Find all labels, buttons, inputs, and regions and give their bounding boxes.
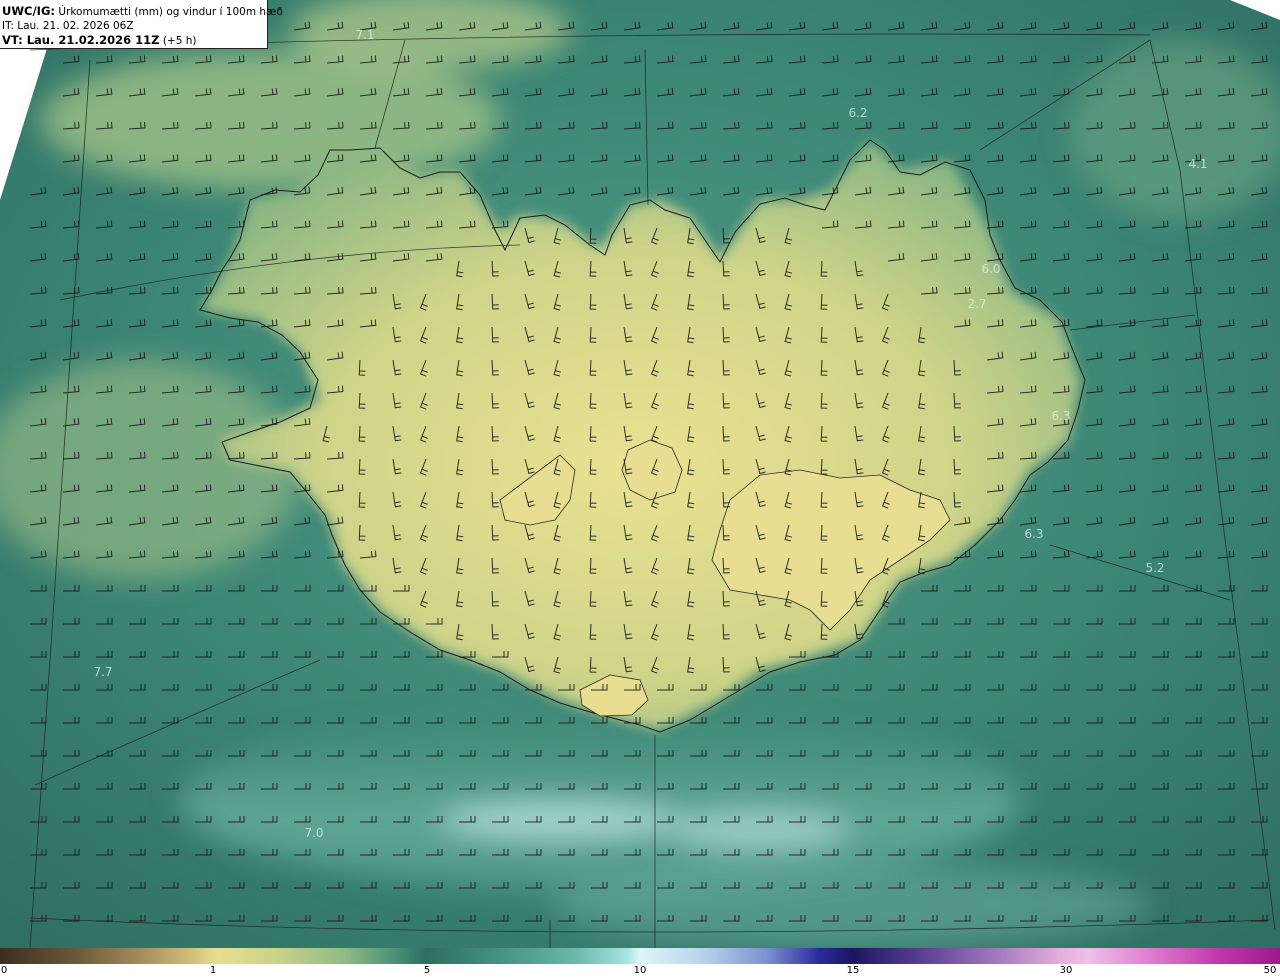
contour-label: 7.0 <box>304 826 324 840</box>
map-canvas <box>0 0 1280 948</box>
valid-time: VT: Lau. 21.02.2026 11Z <box>2 33 160 47</box>
colorbar-tick: 15 <box>846 965 860 976</box>
product-title: Úrkomumætti (mm) og vindur í 100m hæð <box>58 6 283 18</box>
colorbar-tick: 50 <box>1263 965 1277 976</box>
product-title-line: UWC/IG: Úrkomumætti (mm) og vindur í 100… <box>2 4 283 19</box>
lead-time: (+5 h) <box>162 35 197 47</box>
product-code: UWC/IG: <box>2 4 55 18</box>
colorbar-labels: 0 1 5 10 15 30 50 <box>0 964 1280 978</box>
colorbar-tick: 10 <box>633 965 647 976</box>
valid-time-line: VT: Lau. 21.02.2026 11Z (+5 h) <box>2 33 267 48</box>
map-area[interactable]: 7.1 6.2 4.1 6.0 2.7 6.3 6.3 5.2 7.7 7.0 <box>0 0 1280 948</box>
contour-label: 4.1 <box>1188 157 1208 171</box>
colorbar-tick: 1 <box>209 965 217 976</box>
colorbar-tick: 5 <box>423 965 431 976</box>
contour-label: 6.3 <box>1051 409 1071 423</box>
map-info-box: UWC/IG: Úrkomumætti (mm) og vindur í 100… <box>0 0 283 49</box>
contour-label: 6.3 <box>1024 527 1044 541</box>
contour-label: 2.7 <box>967 297 987 311</box>
contour-label: 6.2 <box>848 106 868 120</box>
contour-label: 7.7 <box>93 665 113 679</box>
colorbar-tick: 30 <box>1059 965 1073 976</box>
contour-label: 7.1 <box>355 28 375 42</box>
contour-label: 5.2 <box>1145 561 1165 575</box>
colorbar-tick: 0 <box>0 965 8 976</box>
colorbar <box>0 948 1280 964</box>
init-time: IT: Lau. 21. 02. 2026 06Z <box>2 20 134 32</box>
contour-label: 6.0 <box>981 262 1001 276</box>
